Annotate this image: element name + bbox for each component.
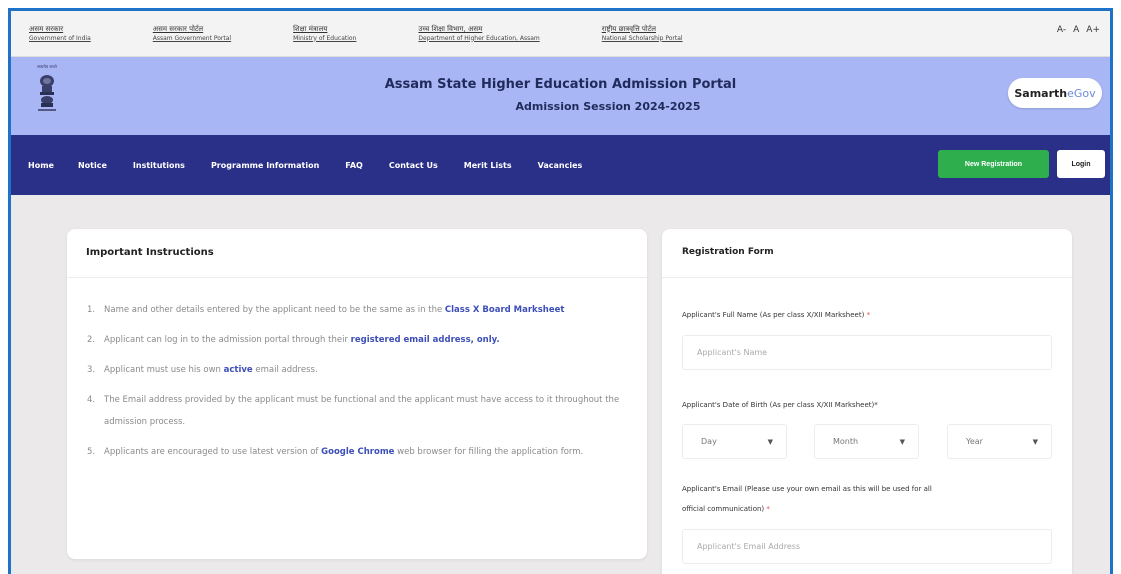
- nav-faq[interactable]: FAQ: [345, 161, 363, 170]
- dob-year-select[interactable]: Year ▼: [947, 424, 1052, 459]
- gov-links-bar: असम सरकार Government of India असम सरकार …: [11, 11, 1110, 57]
- email-input[interactable]: [682, 529, 1052, 564]
- nav-home[interactable]: Home: [28, 161, 54, 170]
- samarth-logo: Samarth eGov: [1008, 78, 1102, 108]
- full-name-input[interactable]: [682, 335, 1052, 370]
- dob-day-select[interactable]: Day ▼: [682, 424, 787, 459]
- instructions-list: 1. Name and other details entered by the…: [87, 299, 627, 471]
- font-increase-button[interactable]: A+: [1086, 25, 1100, 35]
- nav-institutions[interactable]: Institutions: [133, 161, 185, 170]
- portal-title: Assam State Higher Education Admission P…: [384, 77, 737, 92]
- nav-contact-us[interactable]: Contact Us: [389, 161, 438, 170]
- new-registration-button[interactable]: New Registration: [938, 150, 1049, 178]
- nav-notice[interactable]: Notice: [78, 161, 107, 170]
- divider: [662, 277, 1072, 278]
- chevron-down-icon: ▼: [767, 437, 773, 446]
- browser-frame: असम सरकार Government of India असम सरकार …: [8, 8, 1113, 574]
- dob-month-select[interactable]: Month ▼: [814, 424, 919, 459]
- gov-link-scholarship[interactable]: राष्ट्रीय छात्रवृत्ति पोर्टल National Sc…: [602, 24, 683, 44]
- main-nav: Home Notice Institutions Programme Infor…: [11, 135, 1110, 195]
- dob-label: Applicant's Date of Birth (As per class …: [682, 401, 878, 409]
- chevron-down-icon: ▼: [899, 437, 905, 446]
- chevron-down-icon: ▼: [1032, 437, 1038, 446]
- nav-programme-information[interactable]: Programme Information: [211, 161, 319, 170]
- instruction-item: 4. The Email address provided by the app…: [87, 395, 620, 427]
- instructions-card: Important Instructions 1. Name and other…: [67, 229, 647, 559]
- full-name-label: Applicant's Full Name (As per class X/XI…: [682, 311, 871, 319]
- instruction-item: 5. Applicants are encouraged to use late…: [87, 447, 584, 457]
- email-label: Applicant's Email (Please use your own e…: [682, 485, 932, 513]
- font-size-controls: A- A A+: [1057, 25, 1100, 35]
- gov-link-higher-education[interactable]: उच्च शिक्षा विभाग, असम Department of Hig…: [418, 24, 539, 44]
- session-subtitle: Admission Session 2024-2025: [515, 100, 701, 113]
- divider: [67, 277, 647, 278]
- instruction-item: 3. Applicant must use his own active ema…: [87, 365, 318, 375]
- login-button[interactable]: Login: [1057, 150, 1105, 178]
- registration-form-card: Registration Form Applicant's Full Name …: [662, 229, 1072, 574]
- portal-header: सत्यमेव जयते Assam State Higher Educatio…: [11, 57, 1110, 135]
- gov-link-india[interactable]: असम सरकार Government of India: [29, 24, 91, 44]
- national-emblem: सत्यमेव जयते: [27, 64, 67, 126]
- instruction-item: 1. Name and other details entered by the…: [87, 305, 565, 315]
- instructions-title: Important Instructions: [86, 247, 214, 258]
- nav-merit-lists[interactable]: Merit Lists: [464, 161, 512, 170]
- nav-vacancies[interactable]: Vacancies: [538, 161, 583, 170]
- gov-link-ministry-education[interactable]: शिक्षा मंत्रालय Ministry of Education: [293, 24, 356, 44]
- gov-link-assam-portal[interactable]: असम सरकार पोर्टल Assam Government Portal: [153, 24, 231, 44]
- registration-form-title: Registration Form: [682, 247, 774, 257]
- font-decrease-button[interactable]: A-: [1057, 25, 1066, 35]
- font-normal-button[interactable]: A: [1073, 25, 1079, 35]
- instruction-item: 2. Applicant can log in to the admission…: [87, 335, 500, 345]
